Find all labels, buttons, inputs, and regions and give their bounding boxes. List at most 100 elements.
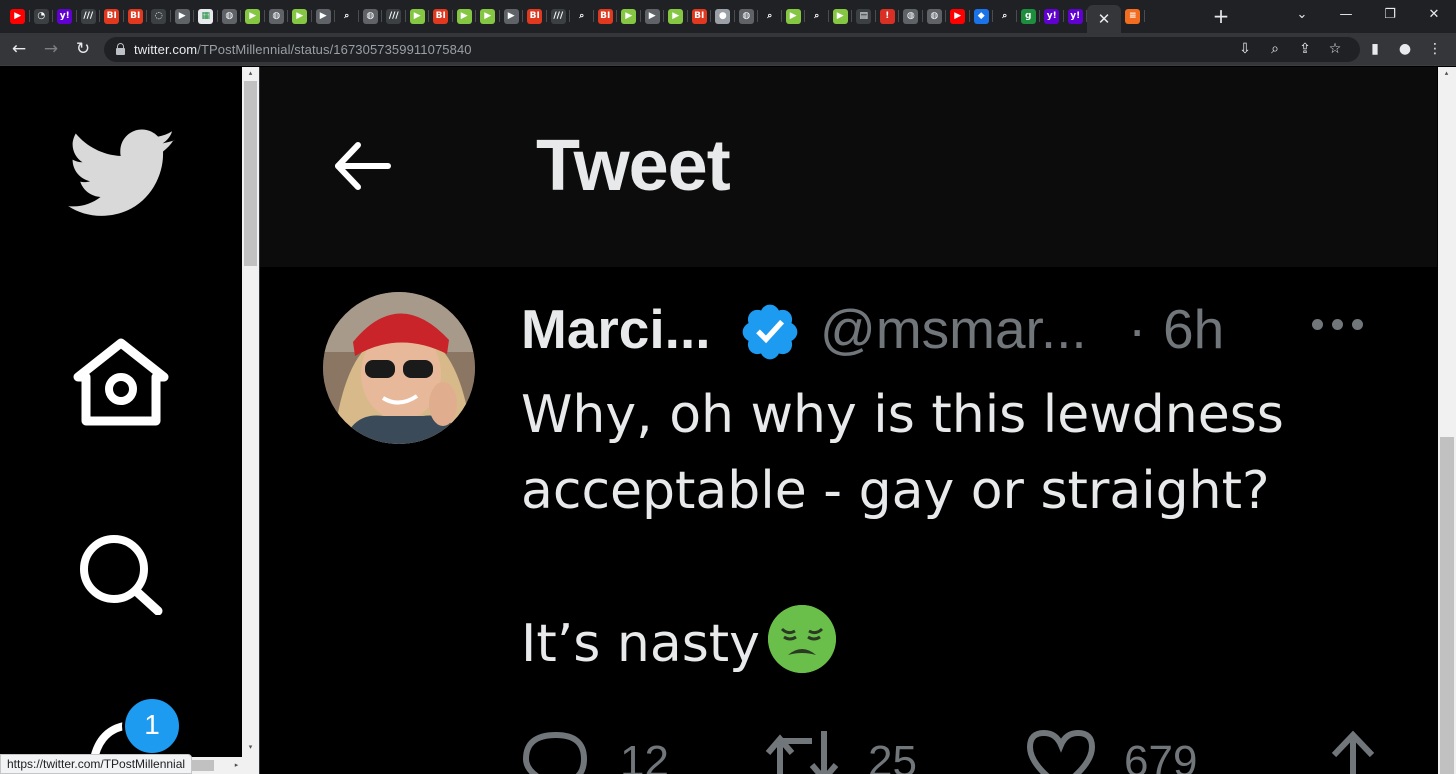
minimize-button[interactable]: — xyxy=(1336,4,1356,26)
browser-tab[interactable]: ▦ xyxy=(194,5,218,27)
side-panel-icon[interactable]: ▮ xyxy=(1364,38,1386,60)
browser-tab[interactable]: ▶ xyxy=(476,5,500,27)
scroll-up-arrow[interactable]: ▴ xyxy=(1442,69,1451,78)
browser-tab[interactable]: ⌕ xyxy=(335,5,359,27)
browser-tab[interactable]: ◍ xyxy=(899,5,923,27)
like-icon[interactable] xyxy=(1026,729,1096,774)
browser-tab[interactable]: ▶ xyxy=(946,5,970,27)
browser-tab[interactable]: y! xyxy=(1064,5,1088,27)
restore-button[interactable]: ❐ xyxy=(1380,4,1400,26)
browser-tab[interactable]: ◌ xyxy=(147,5,171,27)
browser-tab[interactable]: ⌕ xyxy=(570,5,594,27)
notification-badge: 1 xyxy=(122,696,182,756)
browser-tab[interactable]: BI xyxy=(429,5,453,27)
browser-tab[interactable]: ▶ xyxy=(782,5,806,27)
author-handle[interactable]: @msmar... xyxy=(820,297,1087,361)
yahoo-icon: y! xyxy=(1067,8,1083,24)
browser-tab[interactable]: ◍ xyxy=(218,5,242,27)
browser-tab[interactable]: ◍ xyxy=(923,5,947,27)
share-icon[interactable]: ⇪ xyxy=(1294,38,1316,60)
browser-tab[interactable]: ● xyxy=(711,5,735,27)
browser-tab[interactable]: ◆ xyxy=(970,5,994,27)
browser-tab[interactable]: BI xyxy=(100,5,124,27)
browser-tab[interactable]: ≡ xyxy=(1121,5,1145,27)
tab-search-chevron-icon[interactable]: ⌄ xyxy=(1292,4,1312,26)
browser-toolbar: ← → ↻ twitter.com/TPostMillennial/status… xyxy=(0,33,1456,66)
browser-tab[interactable]: BI xyxy=(688,5,712,27)
zoom-icon[interactable]: ⌕ xyxy=(1264,38,1286,60)
back-button[interactable]: ← xyxy=(8,38,30,60)
reply-icon[interactable] xyxy=(520,729,590,774)
browser-tab[interactable]: ▶ xyxy=(171,5,195,27)
browser-tab[interactable]: ▶ xyxy=(6,5,30,27)
browser-tab[interactable]: ! xyxy=(876,5,900,27)
scrollbar-thumb[interactable] xyxy=(1440,437,1454,774)
forward-button[interactable]: → xyxy=(40,38,62,60)
new-tab-button[interactable]: + xyxy=(1210,5,1232,27)
browser-tab[interactable]: BI xyxy=(523,5,547,27)
browser-tab[interactable]: ▶ xyxy=(312,5,336,27)
url-text[interactable]: twitter.com/TPostMillennial/status/16730… xyxy=(134,42,472,57)
tweet-timestamp[interactable]: 6h xyxy=(1163,297,1224,361)
browser-tab[interactable]: /// xyxy=(547,5,571,27)
home-icon[interactable] xyxy=(72,337,170,427)
twitter-logo-icon[interactable] xyxy=(68,129,178,219)
right-vertical-scrollbar[interactable]: ▴ xyxy=(1438,67,1456,774)
browser-tab[interactable]: ▶ xyxy=(641,5,665,27)
browser-tab[interactable]: y! xyxy=(53,5,77,27)
close-tab-icon[interactable]: ✕ xyxy=(1098,10,1111,28)
browser-tab[interactable]: ▶ xyxy=(241,5,265,27)
browser-tab[interactable]: g xyxy=(1017,5,1041,27)
g-icon: g xyxy=(1020,8,1036,24)
status-bar-url: https://twitter.com/TPostMillennial xyxy=(0,754,193,774)
search-icon[interactable] xyxy=(76,533,166,615)
author-name[interactable]: Marci... xyxy=(521,297,711,361)
install-app-icon[interactable]: ⇩ xyxy=(1234,38,1256,60)
menu-icon[interactable]: ⋮ xyxy=(1424,38,1446,60)
browser-tab[interactable]: ▶ xyxy=(406,5,430,27)
more-options-icon[interactable] xyxy=(1312,319,1363,330)
browser-tab[interactable]: BI xyxy=(594,5,618,27)
scrollbar-thumb[interactable] xyxy=(244,81,257,266)
reload-button[interactable]: ↻ xyxy=(72,38,94,60)
bi-icon: BI xyxy=(127,8,143,24)
back-arrow-icon[interactable] xyxy=(332,135,394,197)
tweet[interactable]: Marci... @msmar... · 6h Why, oh why is t… xyxy=(260,267,1437,774)
close-window-button[interactable]: ✕ xyxy=(1424,4,1444,26)
scroll-down-arrow[interactable]: ▾ xyxy=(246,743,255,752)
rumble-icon: ▶ xyxy=(292,8,308,24)
left-vertical-scrollbar[interactable]: ▴ ▾ xyxy=(242,67,259,774)
rumble-icon: ▶ xyxy=(668,8,684,24)
browser-tab[interactable]: BI xyxy=(124,5,148,27)
url-path: /TPostMillennial/status/1673057359911075… xyxy=(197,42,472,57)
browser-tab[interactable]: ⌕ xyxy=(805,5,829,27)
browser-tab[interactable]: ⌕ xyxy=(993,5,1017,27)
browser-tab[interactable]: ▶ xyxy=(288,5,312,27)
address-bar[interactable]: twitter.com/TPostMillennial/status/16730… xyxy=(104,37,1360,62)
active-browser-tab[interactable]: ✕ xyxy=(1087,5,1121,33)
browser-tab[interactable]: ◍ xyxy=(735,5,759,27)
bi-icon: BI xyxy=(527,8,543,24)
scroll-right-arrow[interactable]: ▸ xyxy=(232,761,241,770)
verified-badge-icon[interactable] xyxy=(738,300,802,364)
browser-tab[interactable]: /// xyxy=(382,5,406,27)
browser-tab[interactable]: ▶ xyxy=(664,5,688,27)
lock-icon xyxy=(116,43,125,55)
bookmark-star-icon[interactable]: ☆ xyxy=(1324,38,1346,60)
browser-tab[interactable]: ◔ xyxy=(30,5,54,27)
share-icon[interactable] xyxy=(1326,729,1380,774)
browser-tab[interactable]: /// xyxy=(77,5,101,27)
profile-icon[interactable]: ● xyxy=(1394,38,1416,60)
avatar[interactable] xyxy=(323,292,475,444)
scroll-up-arrow[interactable]: ▴ xyxy=(246,69,255,78)
browser-tab[interactable]: ◍ xyxy=(265,5,289,27)
browser-tab[interactable]: ⌕ xyxy=(758,5,782,27)
browser-tab[interactable]: ▶ xyxy=(453,5,477,27)
browser-tab[interactable]: ◍ xyxy=(359,5,383,27)
browser-tab[interactable]: ▤ xyxy=(852,5,876,27)
browser-tab[interactable]: ▶ xyxy=(829,5,853,27)
retweet-icon[interactable] xyxy=(764,729,840,774)
browser-tab[interactable]: y! xyxy=(1040,5,1064,27)
browser-tab[interactable]: ▶ xyxy=(617,5,641,27)
browser-tab[interactable]: ▶ xyxy=(500,5,524,27)
